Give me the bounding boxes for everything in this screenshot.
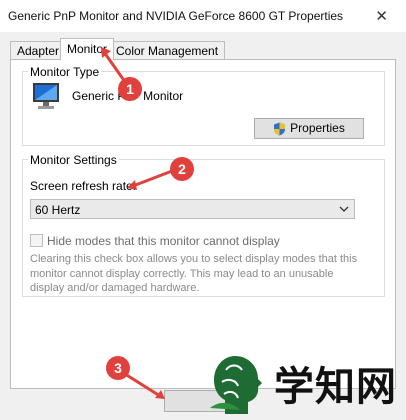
- arrowhead-2: [127, 180, 137, 190]
- arrow-2: [131, 169, 174, 188]
- callout-2: 2: [170, 157, 194, 181]
- callout-1: 1: [118, 77, 142, 101]
- watermark-logo: [210, 356, 262, 414]
- callout-3: 3: [106, 356, 130, 380]
- arrow-1: [102, 50, 125, 81]
- arrow-3: [123, 372, 162, 398]
- watermark-text: 学知网: [274, 363, 397, 410]
